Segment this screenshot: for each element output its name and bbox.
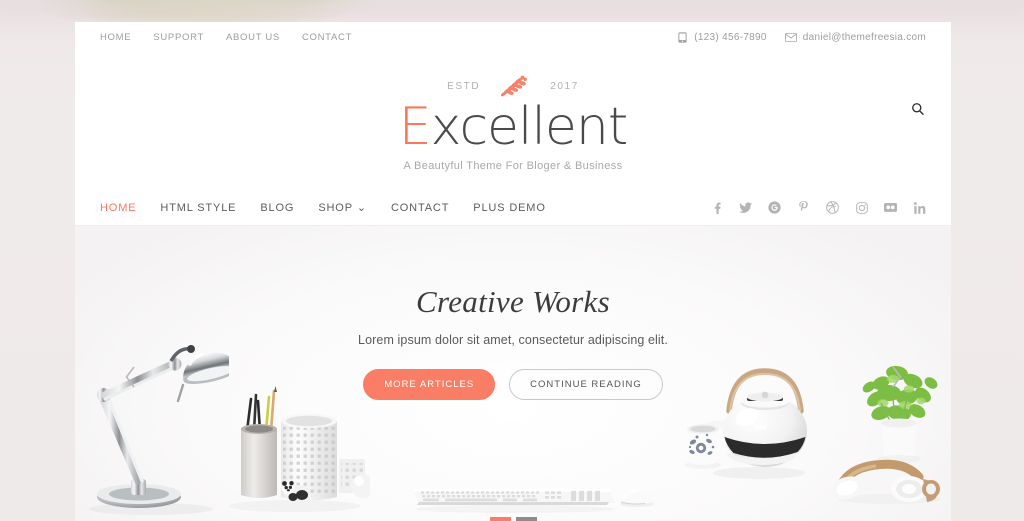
- linkedin-icon[interactable]: [913, 201, 926, 214]
- site-logo[interactable]: Excellent: [75, 98, 951, 156]
- slider-pagination: [75, 517, 951, 521]
- chevron-right-icon: [889, 365, 904, 394]
- twitter-icon[interactable]: [739, 201, 752, 214]
- top-bar: HOME SUPPORT ABOUT US CONTACT (123) 456-…: [75, 22, 951, 52]
- search-icon: [911, 102, 925, 121]
- logo-initial: E: [398, 97, 432, 157]
- estd-label: ESTD: [447, 80, 481, 92]
- slider-dot-2[interactable]: [515, 517, 537, 521]
- search-button[interactable]: [907, 100, 929, 122]
- top-contact-info: (123) 456-7890 daniel@themefreesia.com: [677, 32, 926, 43]
- established-row: ESTD 2017: [75, 74, 951, 98]
- topnav-item-support[interactable]: SUPPORT: [153, 32, 204, 43]
- facebook-icon[interactable]: [710, 201, 723, 214]
- slider-next-button[interactable]: [883, 362, 909, 398]
- leaf-branch-icon: [496, 74, 534, 98]
- chevron-down-icon: ⌄: [356, 202, 367, 214]
- continue-reading-button[interactable]: CONTINUE READING: [509, 369, 663, 400]
- nav-item-plus-demo[interactable]: PLUS DEMO: [473, 202, 545, 214]
- nav-item-contact[interactable]: CONTACT: [391, 202, 449, 214]
- site-tagline: A Beautyful Theme For Bloger & Business: [403, 160, 623, 172]
- social-links: [710, 201, 926, 214]
- nav-item-blog-label: BLOG: [260, 201, 295, 214]
- more-articles-button[interactable]: MORE ARTICLES: [363, 369, 496, 400]
- email-address: daniel@themefreesia.com: [802, 31, 926, 43]
- hero-content: Creative Works Lorem ipsum dolor sit ame…: [75, 284, 951, 400]
- logo-block: ESTD 2017 Excellent A Beautyful Theme Fo…: [75, 52, 951, 172]
- stationery-image: [225, 383, 375, 513]
- google-plus-icon[interactable]: [768, 201, 781, 214]
- email-info[interactable]: daniel@themefreesia.com: [784, 31, 926, 43]
- nav-item-home[interactable]: HOME: [100, 202, 136, 214]
- chevron-left-icon: [123, 365, 138, 394]
- main-navigation: HOME HTML STYLE BLOG SHOP ⌄ CONTACT PLUS …: [75, 190, 951, 226]
- nav-item-html-style-label: HTML STYLE: [160, 201, 237, 214]
- phone-info[interactable]: (123) 456-7890: [677, 32, 767, 43]
- keyboard-and-mouse-image: [405, 479, 655, 515]
- topnav-item-home[interactable]: HOME: [100, 32, 131, 43]
- logo-rest: xcellent: [430, 97, 629, 157]
- envelope-icon: [784, 32, 797, 43]
- site-container: HOME SUPPORT ABOUT US CONTACT (123) 456-…: [75, 22, 951, 521]
- topnav-item-contact[interactable]: CONTACT: [302, 32, 352, 43]
- nav-item-shop[interactable]: SHOP ⌄: [318, 201, 367, 215]
- instagram-icon[interactable]: [855, 201, 868, 214]
- nav-item-html-style[interactable]: HTML STYLE: [160, 202, 236, 214]
- headphones-image: [827, 447, 947, 507]
- flickr-icon[interactable]: [884, 201, 897, 214]
- slider-dot-1[interactable]: [489, 517, 511, 521]
- nav-item-blog[interactable]: BLOG: [260, 202, 294, 214]
- nav-item-contact-label: CONTACT: [390, 201, 450, 214]
- slider-prev-button[interactable]: [117, 362, 143, 398]
- topnav-item-about-us[interactable]: ABOUT US: [226, 32, 280, 43]
- hero-title: Creative Works: [416, 284, 610, 319]
- estd-year: 2017: [550, 80, 579, 92]
- pinterest-icon[interactable]: [797, 201, 810, 214]
- hero-buttons: MORE ARTICLES CONTINUE READING: [75, 369, 951, 400]
- primary-menu: HOME HTML STYLE BLOG SHOP ⌄ CONTACT PLUS …: [100, 201, 546, 215]
- nav-item-home-label: HOME: [100, 201, 137, 214]
- phone-number: (123) 456-7890: [694, 31, 767, 43]
- nav-item-shop-label: SHOP: [318, 201, 353, 214]
- dribbble-icon[interactable]: [826, 201, 839, 214]
- phone-icon: [677, 31, 688, 43]
- hero-subtitle: Lorem ipsum dolor sit amet, consectetur …: [358, 333, 668, 347]
- hero-slider: Creative Works Lorem ipsum dolor sit ame…: [75, 226, 951, 521]
- nav-item-plus-demo-label: PLUS DEMO: [473, 201, 546, 214]
- top-navigation: HOME SUPPORT ABOUT US CONTACT: [100, 32, 352, 43]
